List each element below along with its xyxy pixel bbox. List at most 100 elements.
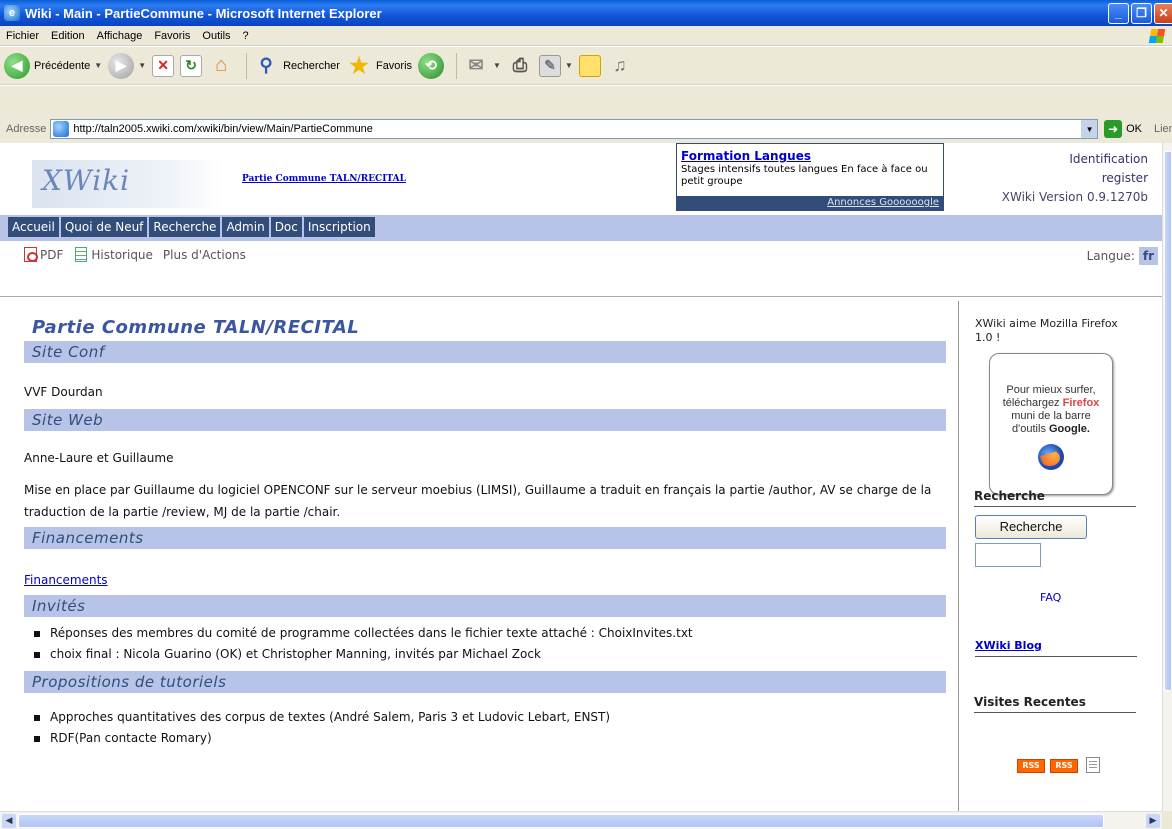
chevron-down-icon[interactable]: ▼ — [138, 61, 146, 70]
window-title: Wiki - Main - PartieCommune - Microsoft … — [25, 5, 382, 21]
nav-doc[interactable]: Doc — [270, 217, 302, 237]
stop-button[interactable]: ✕ — [152, 54, 175, 77]
scroll-thumb[interactable] — [1164, 151, 1172, 691]
section-heading: Site Conf — [24, 341, 946, 363]
menu-affichage[interactable]: Affichage — [91, 30, 149, 42]
chevron-down-icon[interactable]: ▼ — [1081, 120, 1098, 138]
back-label: Précédente — [34, 59, 91, 72]
history-link[interactable]: Historique — [91, 248, 153, 262]
firefox-banner[interactable]: Pour mieux surfer, téléchargez Firefox m… — [989, 353, 1113, 495]
chevron-down-icon[interactable]: ▼ — [94, 61, 102, 70]
favorites-button[interactable]: ★ Favoris — [346, 53, 412, 79]
main-nav: Accueil Quoi de Neuf Recherche Admin Doc… — [0, 215, 1162, 241]
search-submit-button[interactable]: Recherche — [975, 515, 1087, 539]
edit-button[interactable]: ✎ ▼ — [538, 54, 573, 77]
space-link[interactable]: Partie Commune TALN/RECITAL — [242, 174, 406, 184]
ad-footer-link[interactable]: Annonces Goooooogle — [677, 196, 943, 210]
close-button[interactable]: ✕ — [1154, 2, 1172, 24]
list-item: Approches quantitatives des corpus de te… — [34, 707, 946, 728]
nav-inscription[interactable]: Inscription — [303, 217, 375, 237]
chevron-down-icon[interactable]: ▼ — [493, 61, 501, 70]
main-content: Partie Commune TALN/RECITAL Site Conf VV… — [24, 317, 946, 749]
menu-help[interactable]: ? — [237, 30, 255, 42]
menu-edition[interactable]: Edition — [45, 30, 91, 42]
back-button[interactable]: ◀ Précédente ▼ — [4, 52, 102, 79]
print-button[interactable]: ⎙ — [507, 53, 533, 79]
vertical-scrollbar[interactable] — [1162, 143, 1172, 811]
menu-favoris[interactable]: Favoris — [148, 30, 196, 42]
actions-bar: PDF Historique Plus d'Actions Langue: fr — [0, 241, 1162, 297]
section-heading: Propositions de tutoriels — [24, 671, 946, 693]
url-input[interactable]: http://taln2005.xwiki.com/xwiki/bin/view… — [50, 119, 1099, 139]
mail-button[interactable]: ✉ ▼ — [463, 53, 501, 79]
go-arrow-icon: ➜ — [1104, 120, 1123, 138]
search-label: Rechercher — [283, 59, 340, 72]
horizontal-scrollbar[interactable]: ◀ ▶ — [0, 811, 1162, 829]
more-actions-link[interactable]: Plus d'Actions — [163, 248, 246, 262]
pdf-link[interactable]: PDF — [40, 248, 63, 262]
media-button[interactable]: ♫ — [607, 53, 633, 79]
history-icon — [75, 247, 88, 262]
nav-quoi-de-neuf[interactable]: Quoi de Neuf — [60, 217, 148, 237]
history-button[interactable]: ⟲ — [418, 52, 445, 79]
language-label: Langue: — [1086, 249, 1135, 263]
go-label: OK — [1126, 123, 1142, 135]
refresh-button[interactable]: ↻ — [180, 54, 203, 77]
go-button[interactable]: ➜ OK — [1100, 120, 1146, 138]
faq-link[interactable]: FAQ — [1040, 591, 1061, 604]
ad-box: Formation Langues Stages intensifs toute… — [676, 143, 944, 211]
paragraph: Mise en place par Guillaume du logiciel … — [24, 483, 932, 519]
list-item: RDF(Pan contacte Romary) — [34, 728, 946, 749]
standard-toolbar: ◀ Précédente ▼ ▶ ▼ ✕ ↻ ⌂ ⚲ Rechercher ★ … — [0, 47, 1172, 85]
nav-accueil[interactable]: Accueil — [8, 217, 59, 237]
menu-outils[interactable]: Outils — [196, 30, 236, 42]
rss-icon[interactable]: RSS — [1050, 759, 1078, 773]
favorites-label: Favoris — [375, 59, 413, 72]
search-button[interactable]: ⚲ Rechercher — [253, 53, 340, 79]
scroll-right-icon[interactable]: ▶ — [1146, 814, 1160, 828]
mail-icon: ✉ — [468, 55, 484, 75]
printer-icon: ⎙ — [512, 55, 528, 75]
paragraph: Anne-Laure et Guillaume — [24, 451, 174, 465]
page-icon — [53, 121, 70, 137]
chevron-down-icon[interactable]: ▼ — [565, 61, 573, 70]
user-links: Identification register XWiki Version 0.… — [1002, 150, 1148, 207]
feed-file-icon[interactable] — [1086, 757, 1100, 773]
stop-icon: ✕ — [152, 54, 175, 77]
google-brand: Google. — [1049, 423, 1090, 435]
xwiki-blog-link[interactable]: XWiki Blog — [975, 639, 1137, 657]
minimize-button[interactable]: _ — [1108, 2, 1129, 24]
ad-title-link[interactable]: Formation Langues — [681, 149, 811, 163]
nav-recherche[interactable]: Recherche — [149, 217, 221, 237]
maximize-button[interactable]: ❐ — [1131, 2, 1152, 24]
nav-admin[interactable]: Admin — [222, 217, 269, 237]
window-title-bar: e Wiki - Main - PartieCommune - Microsof… — [0, 0, 1172, 26]
section-heading: Invités — [24, 595, 946, 617]
star-icon: ★ — [349, 52, 369, 78]
edit-icon: ✎ — [538, 54, 561, 77]
menu-fichier[interactable]: Fichier — [0, 30, 45, 42]
toolbar-separator — [456, 52, 458, 79]
links-label[interactable]: Liens — [1146, 123, 1172, 135]
address-bar: Adresse http://taln2005.xwiki.com/xwiki/… — [0, 118, 1172, 140]
scroll-thumb[interactable] — [18, 814, 1104, 828]
version-text: XWiki Version 0.9.1270b — [1001, 190, 1148, 204]
page-title: Partie Commune TALN/RECITAL — [32, 317, 360, 338]
xwiki-logo[interactable]: XWiki — [32, 160, 222, 208]
ie-icon: e — [4, 5, 20, 21]
register-link[interactable]: register — [1002, 169, 1148, 188]
section-heading: Financements — [24, 527, 946, 549]
tutoriels-list: Approches quantitatives des corpus de te… — [24, 707, 946, 749]
language-code[interactable]: fr — [1138, 247, 1158, 265]
home-icon: ⌂ — [215, 54, 228, 76]
scroll-left-icon[interactable]: ◀ — [2, 814, 16, 828]
forward-button[interactable]: ▶ ▼ — [108, 52, 146, 79]
discuss-button[interactable] — [578, 54, 601, 77]
login-link[interactable]: Identification — [1002, 150, 1148, 169]
ad-text: Stages intensifs toutes langues En face … — [681, 164, 928, 187]
rss-icon[interactable]: RSS — [1017, 759, 1045, 773]
home-button[interactable]: ⌂ — [208, 53, 234, 79]
financements-link[interactable]: Financements — [24, 573, 108, 587]
firefox-brand: Firefox — [1062, 397, 1100, 409]
search-input[interactable] — [975, 543, 1041, 567]
